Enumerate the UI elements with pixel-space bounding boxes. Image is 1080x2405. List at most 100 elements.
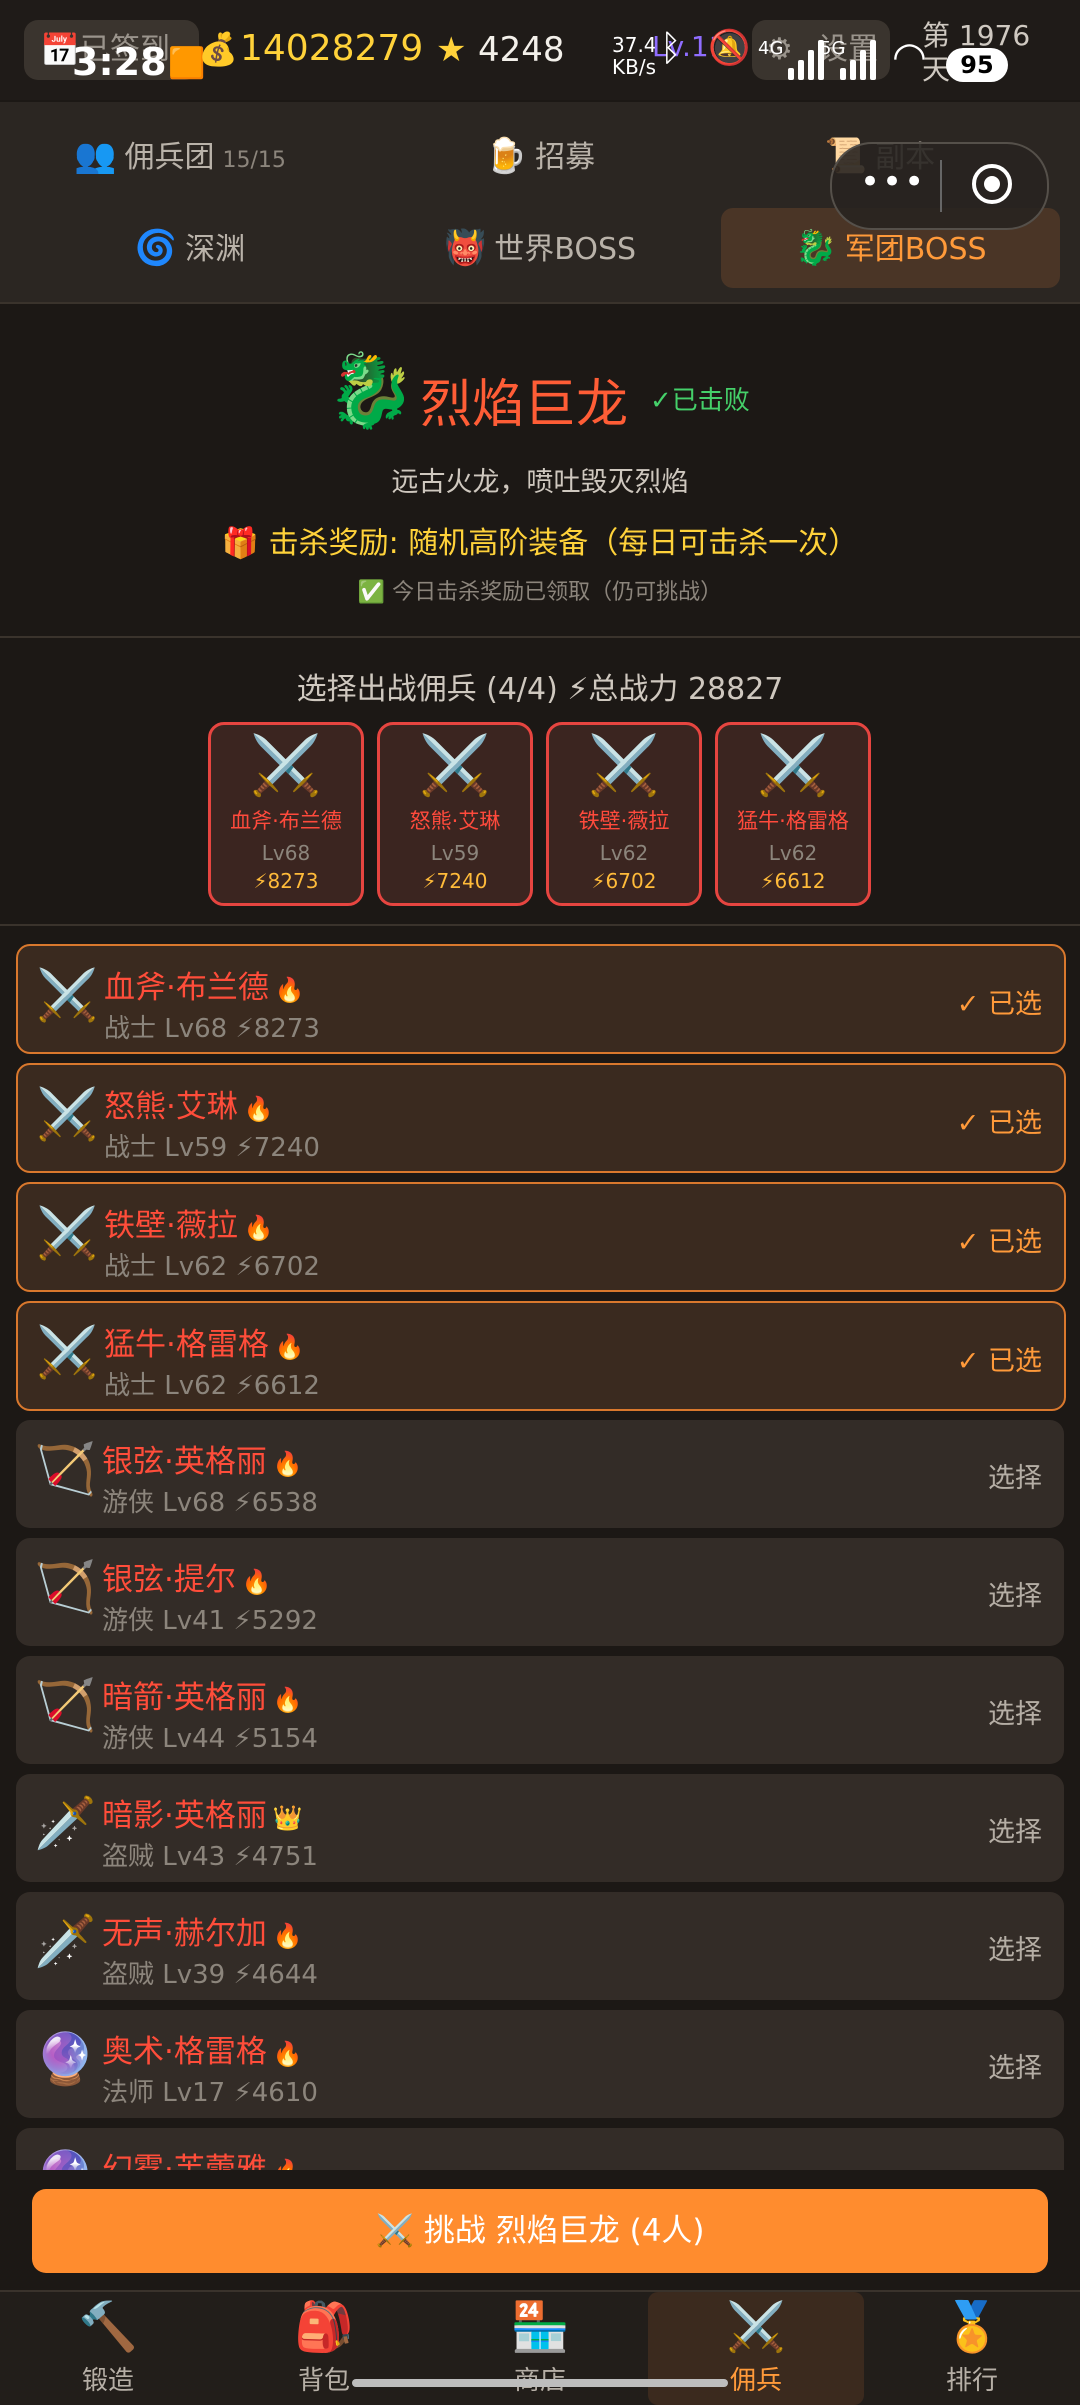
hammer-icon: 🔨 [78, 2299, 138, 2355]
tab-label: 招募 [535, 140, 596, 175]
slot-level: Lv62 [599, 841, 649, 865]
slot-level: Lv68 [261, 841, 311, 865]
fire-icon: 🔥 [274, 1333, 305, 1361]
more-menu-icon[interactable]: ••• [860, 162, 926, 202]
dragon-icon: 🐉 [794, 228, 837, 268]
slot-name: 怒熊·艾琳 [409, 809, 501, 833]
selected-toggle[interactable]: ✓ 已选 [957, 982, 1042, 1021]
mercenary-stats: 游侠 Lv68 ⚡6538 [102, 1488, 318, 1518]
signal-icon-1 [788, 40, 828, 80]
select-button[interactable]: 选择 [988, 1810, 1042, 1849]
capsule-divider [940, 160, 942, 212]
star-count: 4248 [478, 30, 565, 70]
mercenary-stats: 盗贼 Lv39 ⚡4644 [102, 1960, 318, 1990]
boss-panel: 🐉 烈焰巨龙 ✓已击败 远古火龙，喷吐毁灭烈焰 🎁 击杀奖励: 随机高阶装备（每… [0, 304, 1080, 634]
select-button[interactable]: 选择 [988, 1456, 1042, 1495]
gold-count: 14028279 [240, 28, 424, 69]
home-indicator[interactable] [352, 2379, 728, 2387]
mercenary-stats: 游侠 Lv44 ⚡5154 [102, 1724, 318, 1754]
nav-ranking[interactable]: 🏅 排行 [864, 2292, 1080, 2405]
list-item[interactable]: ⚔️ 怒熊·艾琳 🔥 战士 Lv59 ⚡7240 ✓ 已选 [16, 1063, 1066, 1173]
challenge-boss-button[interactable]: ⚔️ 挑战 烈焰巨龙 (4人) [32, 2189, 1048, 2273]
list-item[interactable]: ⚔️ 猛牛·格雷格 🔥 战士 Lv62 ⚡6612 ✓ 已选 [16, 1301, 1066, 1411]
money-bag-icon: 💰 [198, 30, 238, 68]
slot-name: 铁壁·薇拉 [578, 809, 670, 833]
slot-name: 血斧·布兰德 [230, 809, 342, 833]
select-button[interactable]: 选择 [988, 1692, 1042, 1731]
bottom-nav: 🔨 锻造 🎒 背包 🏪 商店 ⚔️ 佣兵 🏅 排行 [0, 2290, 1080, 2405]
ogre-icon: 👹 [443, 228, 487, 268]
mercenary-stats: 游侠 Lv41 ⚡5292 [102, 1606, 318, 1636]
squad-slot[interactable]: ⚔️ 血斧·布兰德 Lv68 ⚡8273 [208, 722, 364, 906]
mercenary-name: 奥术·格雷格 [102, 2034, 267, 2070]
tab-world-boss[interactable]: 👹 世界BOSS [390, 208, 690, 288]
squad-slot[interactable]: ⚔️ 猛牛·格雷格 Lv62 ⚡6612 [715, 722, 871, 906]
bow-arrow-icon: 🏹 [34, 1676, 97, 1734]
selected-toggle[interactable]: ✓ 已选 [957, 1101, 1042, 1140]
slot-power: ⚡6702 [591, 869, 657, 893]
kill-reward: 🎁 击杀奖励: 随机高阶装备（每日可击杀一次） [221, 526, 859, 561]
bow-arrow-icon: 🏹 [34, 1440, 97, 1498]
mercenary-name: 铁壁·薇拉 [104, 1208, 238, 1244]
nav-forge[interactable]: 🔨 锻造 [0, 2292, 216, 2405]
nav-mercenary[interactable]: ⚔️ 佣兵 [648, 2292, 864, 2405]
clock: 3:28 [72, 40, 167, 84]
mercenary-stats: 战士 Lv68 ⚡8273 [104, 1014, 320, 1044]
status-bar: 📅 已签到 3:28 🟧 💰 14028279 ★ 4248 37.4 KB/s… [0, 0, 1080, 100]
backpack-icon: 🎒 [294, 2299, 354, 2355]
squad-slot[interactable]: ⚔️ 铁壁·薇拉 Lv62 ⚡6702 [546, 722, 702, 906]
mercenary-stats: 法师 Lv17 ⚡4610 [102, 2078, 318, 2108]
mercenary-name: 无声·赫尔加 [102, 1916, 267, 1952]
tab-recruit[interactable]: 🍺 招募 [430, 116, 650, 196]
list-item[interactable]: 🗡️ 无声·赫尔加 🔥 盗贼 Lv39 ⚡4644 选择 [16, 1892, 1064, 2000]
select-button[interactable]: 选择 [988, 1928, 1042, 1967]
fire-icon: 🔥 [272, 1922, 303, 1950]
network-4g-label: 4G [758, 38, 784, 59]
mercenary-name: 血斧·布兰德 [104, 970, 269, 1006]
boss-status: ✓已击败 [650, 386, 750, 416]
list-item[interactable]: 🏹 银弦·提尔 🔥 游侠 Lv41 ⚡5292 选择 [16, 1538, 1064, 1646]
crossed-swords-icon: ⚔️ [36, 966, 99, 1024]
mercenary-name: 猛牛·格雷格 [104, 1327, 269, 1363]
divider [0, 636, 1080, 638]
slot-power: ⚡7240 [422, 869, 488, 893]
tab-abyss[interactable]: 🌀 深渊 [40, 208, 340, 288]
mercenary-list[interactable]: ⚔️ 血斧·布兰德 🔥 战士 Lv68 ⚡8273 ✓ 已选 ⚔️ 怒熊·艾琳 🔥 … [0, 930, 1080, 2170]
nav-backpack[interactable]: 🎒 背包 [216, 2292, 432, 2405]
net-speed-value: 37.4 [612, 33, 657, 57]
tab-label: 军团BOSS [844, 232, 987, 267]
tab-mercenary-corps[interactable]: 👥 佣兵团 15/15 [60, 116, 300, 196]
squad-slot[interactable]: ⚔️ 怒熊·艾琳 Lv59 ⚡7240 [377, 722, 533, 906]
beer-mug-icon: 🍺 [484, 136, 528, 176]
fire-icon: 🔥 [272, 1686, 303, 1714]
list-item[interactable]: 🏹 暗箭·英格丽 🔥 游侠 Lv44 ⚡5154 选择 [16, 1656, 1064, 1764]
fire-icon: 🔥 [243, 1095, 274, 1123]
list-item[interactable]: 🔮 奥术·格雷格 🔥 法师 Lv17 ⚡4610 选择 [16, 2010, 1064, 2118]
selected-toggle[interactable]: ✓ 已选 [957, 1339, 1042, 1378]
crystal-ball-icon: 🔮 [34, 2148, 96, 2170]
nav-shop[interactable]: 🏪 商店 [432, 2292, 648, 2405]
close-miniprogram-icon[interactable] [972, 164, 1012, 204]
mercenary-stats: 盗贼 Lv43 ⚡4751 [102, 1842, 318, 1872]
mute-bell-icon: 🔕 [708, 28, 751, 68]
select-button[interactable]: 选择 [988, 1574, 1042, 1613]
list-item[interactable]: 🗡️ 暗影·英格丽 👑 盗贼 Lv43 ⚡4751 选择 [16, 1774, 1064, 1882]
fire-icon: 🔥 [272, 1450, 303, 1478]
dagger-icon: 🗡️ [34, 1912, 97, 1970]
list-item[interactable]: ⚔️ 血斧·布兰德 🔥 战士 Lv68 ⚡8273 ✓ 已选 [16, 944, 1066, 1054]
list-item[interactable]: 🔮 幻雾·芙蕾雅 🔥 [16, 2128, 1064, 2170]
net-speed: 37.4 KB/s [612, 34, 657, 78]
slot-level: Lv62 [768, 841, 818, 865]
fire-icon: 🔥 [241, 1568, 272, 1596]
select-button[interactable]: 选择 [988, 2046, 1042, 2085]
selected-toggle[interactable]: ✓ 已选 [957, 1220, 1042, 1259]
list-item[interactable]: 🏹 银弦·英格丽 🔥 游侠 Lv68 ⚡6538 选择 [16, 1420, 1064, 1528]
slot-name: 猛牛·格雷格 [737, 809, 849, 833]
list-item[interactable]: ⚔️ 铁壁·薇拉 🔥 战士 Lv62 ⚡6702 ✓ 已选 [16, 1182, 1066, 1292]
crown-icon: 👑 [272, 1804, 303, 1832]
mercenary-name: 暗箭·英格丽 [102, 1680, 267, 1716]
fire-icon: 🔥 [273, 2158, 303, 2170]
divider [0, 924, 1080, 926]
miniprogram-capsule: ••• [830, 142, 1049, 230]
crossed-swords-icon: ⚔️ [36, 1204, 99, 1262]
